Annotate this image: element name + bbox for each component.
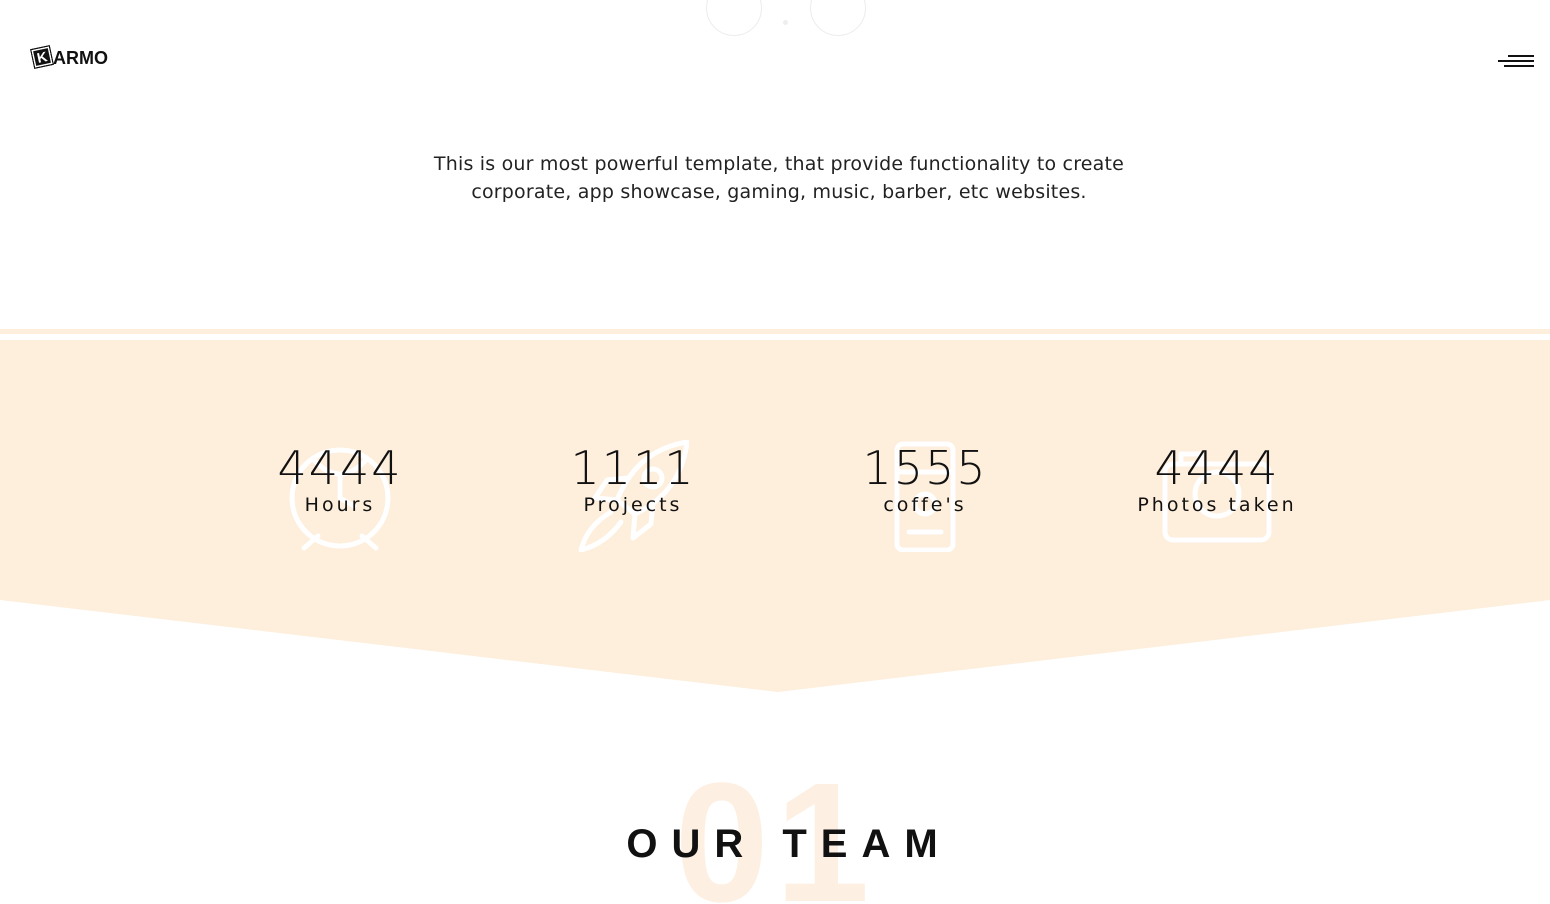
stat-label: Photos taken (1137, 494, 1297, 516)
page: K ARMO This is our most powerful templat… (0, 0, 1550, 904)
stat-photos: 4444 Photos taken (1107, 436, 1327, 543)
stat-label: Projects (583, 494, 683, 516)
stat-value: 4444 (277, 441, 403, 495)
band-top-line (0, 329, 1550, 334)
stat-label: Hours (304, 494, 376, 516)
stat-hours: 4444 Hours (230, 436, 450, 551)
logo-mark: K (30, 44, 54, 69)
slider-dot (783, 20, 788, 25)
intro-line-1: This is our most powerful template, that… (433, 153, 1125, 175)
section-title: OUR TEAM (626, 822, 952, 866)
menu-line-bottom (1504, 65, 1534, 67)
stat-projects: 1111 Projects (523, 436, 743, 552)
stat-value: 4444 (1154, 441, 1280, 495)
menu-line-middle (1498, 60, 1534, 62)
intro-text: This is our most powerful template, that… (0, 150, 1550, 206)
logo-text: ARMO (53, 48, 108, 68)
stat-coffees: 1555 coffe's (815, 436, 1035, 552)
menu-icon[interactable] (1498, 55, 1534, 69)
stat-label: coffe's (883, 494, 967, 516)
stat-value: 1111 (570, 441, 696, 495)
menu-line-top (1508, 55, 1534, 57)
slider-next-circle[interactable] (810, 0, 866, 36)
stat-value: 1555 (862, 441, 988, 495)
intro-line-2: corporate, app showcase, gaming, music, … (471, 181, 1087, 203)
slider-prev-circle[interactable] (706, 0, 762, 36)
stats-band-background (0, 340, 1550, 692)
logo[interactable]: K ARMO (30, 44, 108, 69)
